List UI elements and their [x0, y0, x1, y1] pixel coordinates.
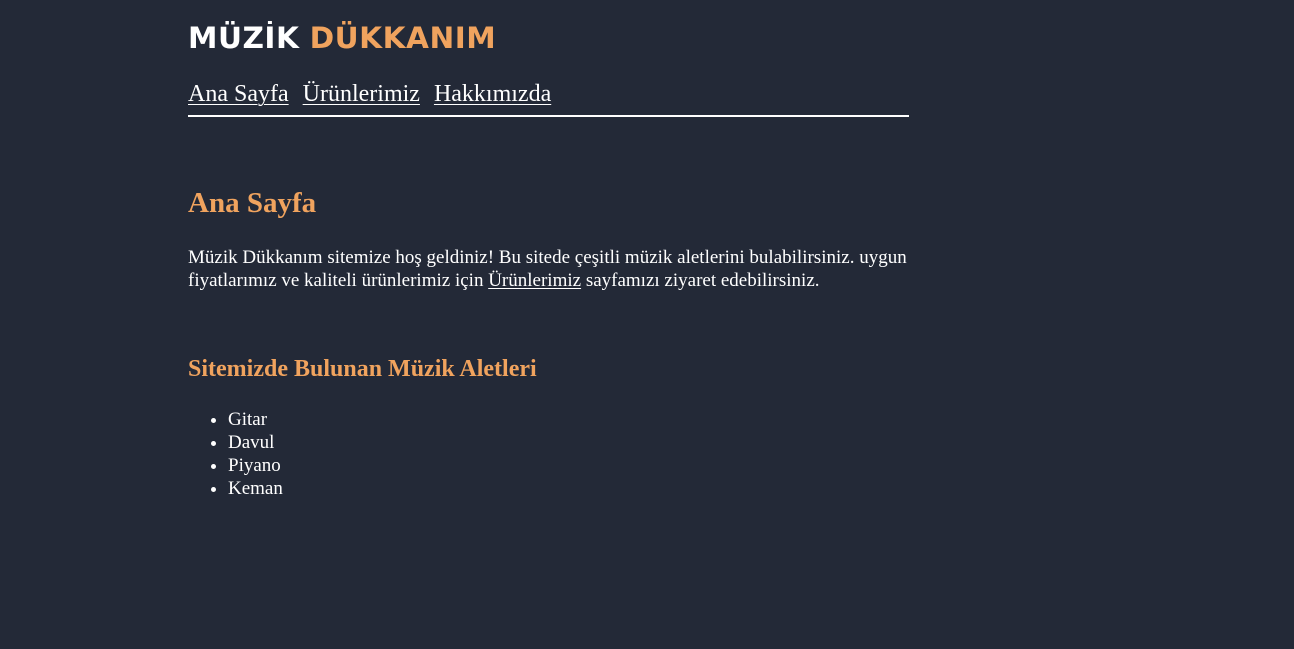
list-item-davul: Davul	[228, 431, 283, 454]
intro-paragraph: Müzik Dükkanım sitemize hoş geldiniz! Bu…	[188, 246, 928, 292]
list-item-piyano: Piyano	[228, 454, 283, 477]
page-title: Ana Sayfa	[188, 187, 317, 219]
list-item-keman: Keman	[228, 477, 283, 500]
logo-word-muzik: MÜZİK	[188, 21, 300, 55]
logo-word-dukkanim: DÜKKANIM	[309, 21, 497, 55]
nav-link-ana-sayfa[interactable]: Ana Sayfa	[188, 81, 289, 107]
main-nav: Ana Sayfa Ürünlerimiz Hakkımızda	[188, 79, 909, 117]
intro-link-urunlerimiz[interactable]: Ürünlerimiz	[488, 270, 581, 291]
intro-text-end: sayfamızı ziyaret edebilirsiniz.	[581, 270, 820, 291]
site-logo[interactable]: MÜZİK DÜKKANIM	[188, 23, 496, 53]
nav-link-urunlerimiz[interactable]: Ürünlerimiz	[303, 81, 420, 107]
instruments-section-title: Sitemizde Bulunan Müzik Aletleri	[188, 356, 537, 382]
instrument-list: Gitar Davul Piyano Keman	[188, 408, 283, 500]
nav-link-hakkimizda[interactable]: Hakkımızda	[434, 81, 551, 107]
list-item-gitar: Gitar	[228, 408, 283, 431]
